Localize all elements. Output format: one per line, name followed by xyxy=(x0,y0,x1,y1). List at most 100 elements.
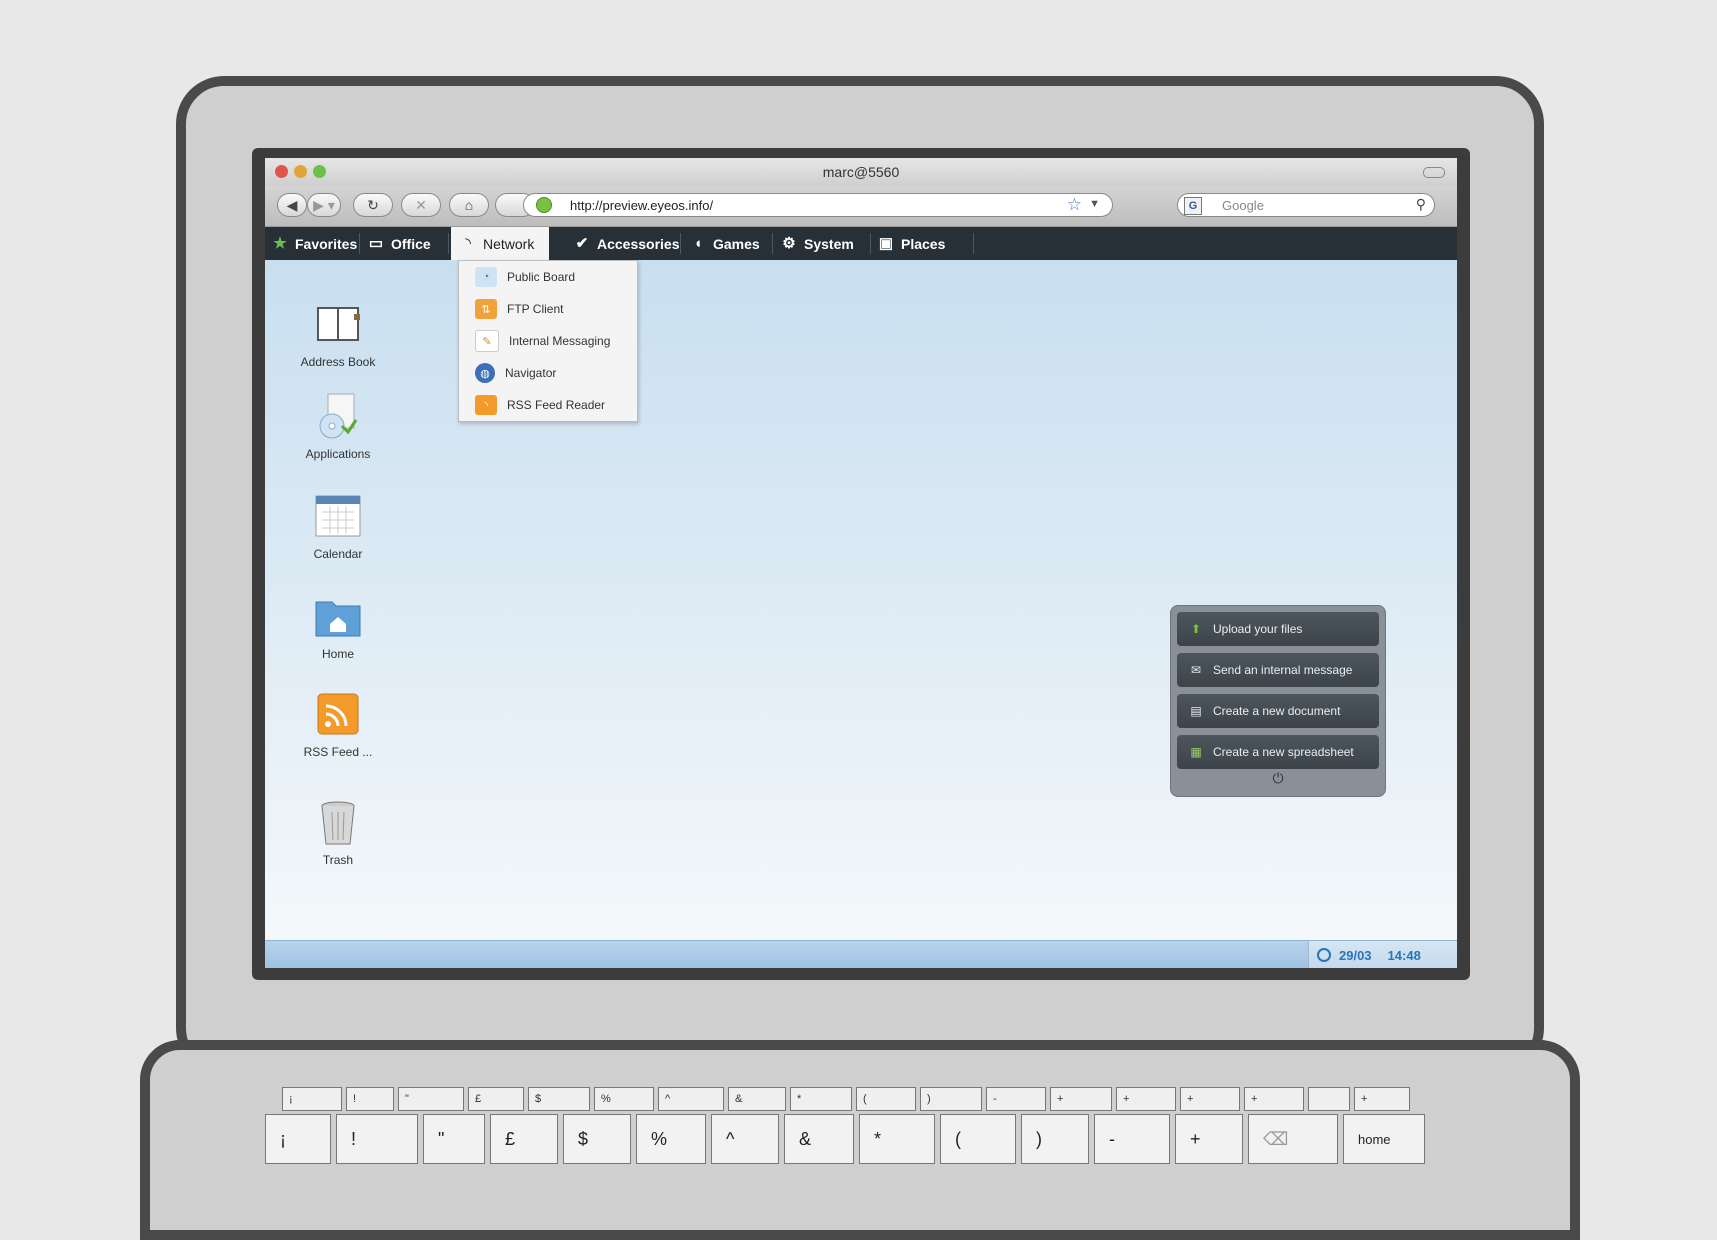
desktop-icon-home[interactable]: Home xyxy=(288,592,388,662)
menu-item-public-board[interactable]: ◔ Public Board xyxy=(459,261,637,293)
url-history-dropdown-icon[interactable]: ▼ xyxy=(1089,198,1100,210)
key[interactable]: " xyxy=(423,1114,485,1164)
menu-favorites[interactable]: ★ Favorites xyxy=(271,227,357,260)
menu-label: Games xyxy=(713,235,760,252)
key[interactable]: ) xyxy=(1021,1114,1089,1164)
key[interactable]: ( xyxy=(856,1087,916,1111)
ftp-folder-icon: ⇅ xyxy=(475,299,497,319)
home-button[interactable]: ⌂ xyxy=(449,193,489,217)
key[interactable]: & xyxy=(728,1087,786,1111)
menu-label: System xyxy=(804,235,854,252)
desktop-icon-rss-feed[interactable]: RSS Feed ... xyxy=(288,690,388,760)
power-icon[interactable]: ⏻ xyxy=(1171,770,1385,787)
menu-accessories[interactable]: ✔ Accessories xyxy=(573,227,680,260)
key[interactable]: ( xyxy=(940,1114,1016,1164)
menu-item-label: Internal Messaging xyxy=(509,334,611,348)
globe-icon: ◍ xyxy=(475,363,495,383)
star-icon: ★ xyxy=(273,234,287,252)
url-bar[interactable]: http://preview.eyeos.info/ ☆ ▼ xyxy=(523,193,1113,217)
key[interactable]: " xyxy=(398,1087,464,1111)
forward-button[interactable]: ▶ ▾ xyxy=(307,193,341,217)
menu-item-rss-feed-reader[interactable]: ◝ RSS Feed Reader xyxy=(459,389,637,421)
desktop-icon-label: Applications xyxy=(305,447,371,461)
key[interactable]: + xyxy=(1050,1087,1112,1111)
new-spreadsheet-button[interactable]: ▦ Create a new spreadsheet xyxy=(1177,735,1379,769)
desktop-icon-label: Trash xyxy=(322,853,354,867)
applications-icon xyxy=(314,392,362,440)
desktop: Address Book Applications Calendar Home xyxy=(265,260,1457,940)
toolbar-toggle-button[interactable] xyxy=(1423,167,1445,178)
search-icon[interactable]: ⚲ xyxy=(1416,196,1426,213)
taskbar-date: 29/03 xyxy=(1339,947,1372,963)
send-message-button[interactable]: ✉ Send an internal message xyxy=(1177,653,1379,687)
menu-network[interactable]: ◝ Network xyxy=(451,227,549,260)
key[interactable]: * xyxy=(790,1087,852,1111)
key[interactable]: ¡ xyxy=(265,1114,331,1164)
envelope-icon: ✉ xyxy=(1190,663,1202,677)
menu-games[interactable]: ◖ Games xyxy=(689,227,760,260)
key[interactable]: & xyxy=(784,1114,854,1164)
key[interactable]: ! xyxy=(346,1087,394,1111)
menu-divider xyxy=(680,233,681,254)
menu-places[interactable]: ▣ Places xyxy=(877,227,945,260)
key[interactable]: * xyxy=(859,1114,935,1164)
forward-arrow-icon: ▶ ▾ xyxy=(313,196,335,213)
key[interactable]: ! xyxy=(336,1114,418,1164)
reload-button[interactable]: ↻ xyxy=(353,193,393,217)
key[interactable]: + xyxy=(1175,1114,1243,1164)
menu-office[interactable]: ▭ Office xyxy=(367,227,431,260)
back-button[interactable]: ◀ xyxy=(277,193,307,217)
key[interactable]: - xyxy=(986,1087,1046,1111)
desktop-icon-address-book[interactable]: Address Book xyxy=(288,300,388,370)
address-book-icon xyxy=(314,300,362,348)
action-label: Send an internal message xyxy=(1213,663,1353,677)
key[interactable]: - xyxy=(1094,1114,1170,1164)
home-key[interactable]: home xyxy=(1343,1114,1425,1164)
menu-label: Places xyxy=(901,235,946,252)
menu-item-internal-messaging[interactable]: ✎ Internal Messaging xyxy=(459,325,637,357)
taskbar-clock[interactable]: 29/03 14:48 xyxy=(1308,941,1457,968)
places-icon: ▣ xyxy=(878,234,894,252)
stop-button[interactable]: ✕ xyxy=(401,193,441,217)
spreadsheet-icon: ▦ xyxy=(1190,745,1202,759)
key[interactable]: ^ xyxy=(658,1087,724,1111)
desktop-icon-trash[interactable]: Trash xyxy=(288,798,388,868)
desktop-icon-applications[interactable]: Applications xyxy=(288,392,388,462)
backspace-key[interactable]: ⌫ xyxy=(1248,1114,1338,1164)
menu-item-ftp-client[interactable]: ⇅ FTP Client xyxy=(459,293,637,325)
key[interactable]: $ xyxy=(563,1114,631,1164)
key[interactable]: + xyxy=(1180,1087,1240,1111)
key[interactable]: ^ xyxy=(711,1114,779,1164)
search-input[interactable]: G Google ⚲ xyxy=(1177,193,1435,217)
public-board-icon: ◔ xyxy=(475,267,497,287)
key[interactable]: + xyxy=(1354,1087,1410,1111)
briefcase-icon: ▭ xyxy=(368,234,384,252)
menu-label: Office xyxy=(391,235,431,252)
key[interactable]: % xyxy=(594,1087,654,1111)
messaging-icon: ✎ xyxy=(475,330,499,352)
menu-item-navigator[interactable]: ◍ Navigator xyxy=(459,357,637,389)
desktop-icon-label: Address Book xyxy=(300,355,376,369)
key[interactable]: + xyxy=(1116,1087,1176,1111)
upload-files-button[interactable]: ⬆ Upload your files xyxy=(1177,612,1379,646)
key[interactable] xyxy=(1308,1087,1350,1111)
menu-item-label: FTP Client xyxy=(507,302,564,316)
google-engine-icon[interactable]: G xyxy=(1184,197,1202,215)
menu-divider xyxy=(870,233,871,254)
menu-item-label: Public Board xyxy=(507,270,576,284)
key[interactable]: $ xyxy=(528,1087,590,1111)
new-document-button[interactable]: ▤ Create a new document xyxy=(1177,694,1379,728)
taskbar-time: 14:48 xyxy=(1387,947,1421,963)
key[interactable]: ¡ xyxy=(282,1087,342,1111)
key[interactable]: £ xyxy=(490,1114,558,1164)
menu-system[interactable]: ⚙ System xyxy=(780,227,854,260)
home-icon: ⌂ xyxy=(464,197,474,213)
key[interactable]: £ xyxy=(468,1087,524,1111)
quick-actions-widget: ⬆ Upload your files ✉ Send an internal mes… xyxy=(1170,605,1386,797)
key[interactable]: + xyxy=(1244,1087,1304,1111)
key[interactable]: ) xyxy=(920,1087,982,1111)
desktop-icon-calendar[interactable]: Calendar xyxy=(288,492,388,562)
action-label: Create a new document xyxy=(1213,704,1341,718)
bookmark-star-icon[interactable]: ☆ xyxy=(1067,195,1082,215)
key[interactable]: % xyxy=(636,1114,706,1164)
